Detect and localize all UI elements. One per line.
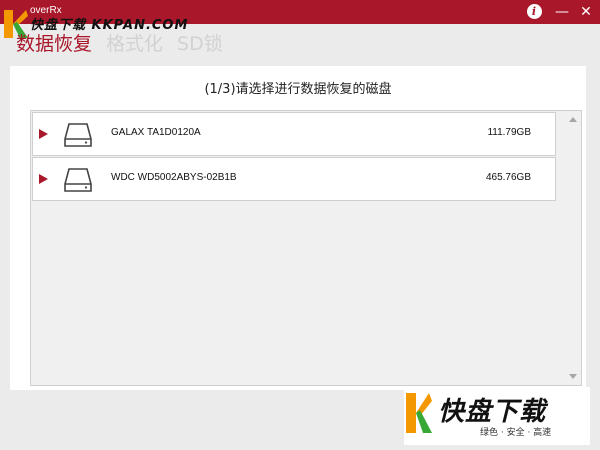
disk-list-items: GALAX TA1D0120A 111.79GB WDC WD5002ABYS-…	[32, 112, 556, 384]
disk-row[interactable]: GALAX TA1D0120A 111.79GB	[32, 112, 556, 156]
disk-size: 465.76GB	[485, 172, 531, 183]
minimize-button[interactable]: —	[552, 3, 572, 21]
disk-name: GALAX TA1D0120A	[111, 127, 201, 138]
watermark-bottom-slogan: 绿色 · 安全 · 高速	[480, 428, 552, 438]
scroll-down-icon[interactable]	[569, 374, 577, 379]
disk-list: GALAX TA1D0120A 111.79GB WDC WD5002ABYS-…	[30, 110, 582, 386]
info-button[interactable]: i	[524, 3, 544, 21]
expand-arrow-icon[interactable]	[39, 174, 48, 184]
hard-disk-icon	[64, 168, 92, 192]
scroll-up-icon[interactable]	[569, 117, 577, 122]
watermark-bottom-title: 快盘下载	[438, 397, 547, 427]
close-button[interactable]: ✕	[576, 3, 596, 21]
expand-arrow-icon[interactable]	[39, 129, 48, 139]
vertical-scrollbar[interactable]	[566, 112, 580, 384]
info-icon: i	[526, 4, 542, 19]
panel-title: (1/3)请选择进行数据恢复的磁盘	[204, 82, 392, 97]
disk-name: WDC WD5002ABYS-02B1B	[111, 172, 237, 183]
tab-data-recovery[interactable]: 数据恢复	[16, 28, 92, 60]
hard-disk-icon	[64, 123, 92, 147]
kkpan-logo-icon	[406, 393, 432, 433]
tab-sd-lock[interactable]: SD锁	[177, 28, 223, 60]
watermark-bottom: 快盘下载 绿色 · 安全 · 高速	[404, 387, 590, 445]
disk-size: 111.79GB	[487, 127, 531, 138]
tab-format[interactable]: 格式化	[106, 28, 163, 60]
disk-selection-panel: (1/3)请选择进行数据恢复的磁盘 GALAX TA1D0120A 111.79…	[10, 66, 586, 390]
mode-tabs: 数据恢复 格式化 SD锁	[16, 28, 223, 60]
disk-row[interactable]: WDC WD5002ABYS-02B1B 465.76GB	[32, 157, 556, 201]
